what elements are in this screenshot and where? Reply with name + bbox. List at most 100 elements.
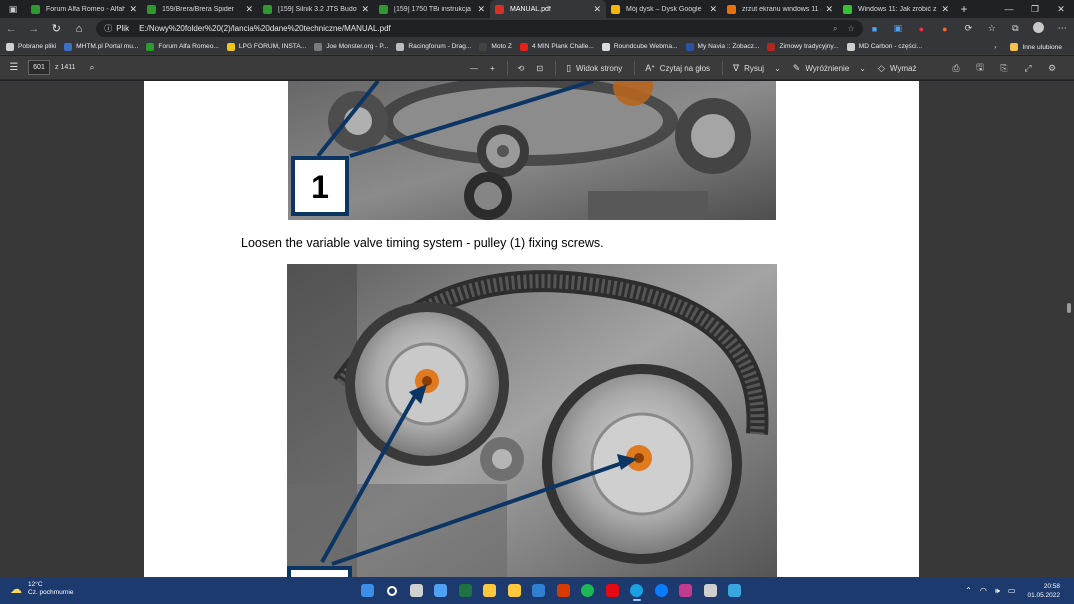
draw-button[interactable]: ∇ Rysuj ⌄ <box>733 63 781 74</box>
browser-tab[interactable]: MANUAL.pdf ✕ <box>490 0 606 18</box>
taskbar-netflix-icon[interactable] <box>600 580 625 601</box>
zoom-in-icon[interactable]: + <box>490 64 495 73</box>
fullscreen-icon[interactable]: ⤢ <box>1016 63 1040 74</box>
print-icon[interactable]: ⎙ <box>944 63 968 74</box>
bookmark-item[interactable]: 4 MIN Plank Challe... <box>519 42 594 51</box>
taskbar-keyboard-icon[interactable] <box>698 580 723 601</box>
divider <box>722 61 724 75</box>
taskbar-messenger-icon[interactable] <box>649 580 674 601</box>
taskbar-snip-icon[interactable] <box>723 580 748 601</box>
reload-icon[interactable]: ↻ <box>45 22 68 35</box>
bookmark-item[interactable]: MD Carbon - części... <box>846 42 922 51</box>
read-aloud-button[interactable]: Aᐩ Czytaj na głos <box>645 63 710 74</box>
zoom-out-icon[interactable]: — <box>470 64 478 73</box>
address-url[interactable]: E:/Nowy%20folder%20(2)/lancia%20dane%20t… <box>139 24 823 33</box>
browser-tab[interactable]: Windows 11: Jak zrobić zrz ✕ <box>838 0 954 18</box>
settings-gear-icon[interactable]: ⚙ <box>1040 63 1064 74</box>
browser-tab[interactable]: Forum Alfa Romeo - Alfaholicy✕ <box>26 0 142 18</box>
bookmark-item[interactable]: LPG FORUM, INSTA... <box>226 42 306 51</box>
taskbar-start-icon[interactable] <box>355 580 380 601</box>
extension-icon[interactable]: ■ <box>863 24 886 34</box>
taskbar-excel-icon[interactable] <box>453 580 478 601</box>
weather-widget[interactable]: ☁ 12°C Cz. pochmurnie <box>10 581 74 597</box>
other-favorites[interactable]: Inne ulubione <box>1010 43 1062 51</box>
taskbar-store-icon[interactable] <box>429 580 454 601</box>
chevron-down-icon[interactable]: ⌄ <box>774 64 781 73</box>
bookmark-item[interactable]: MHTM.pl Portal mu... <box>64 42 138 51</box>
vertical-scrollbar[interactable] <box>1064 81 1074 577</box>
pdf-viewer[interactable]: 1 Loosen the variable valve timing syste… <box>0 81 1074 577</box>
bookmark-item[interactable]: Forum Alfa Romeo... <box>146 42 219 51</box>
back-icon[interactable]: ← <box>0 23 23 35</box>
more-menu-icon[interactable]: ⋯ <box>1051 23 1074 34</box>
page-number-input[interactable]: 601 <box>28 60 50 75</box>
refresh-extension-icon[interactable]: ⟳ <box>957 23 980 34</box>
bookmark-item[interactable]: Zimowy tradycyjny... <box>767 42 839 51</box>
volume-icon[interactable]: 🕪 <box>995 586 1000 596</box>
forward-icon[interactable]: → <box>23 23 46 35</box>
tab-actions-icon[interactable]: ▣ <box>0 0 26 18</box>
rotate-icon[interactable]: ⟲ <box>518 64 525 73</box>
chevron-right-icon[interactable]: › <box>994 44 996 51</box>
extension-icon[interactable]: ▣ <box>886 23 909 34</box>
close-window-icon[interactable]: ✕ <box>1048 0 1074 18</box>
restore-icon[interactable]: ❐ <box>1022 0 1048 18</box>
taskbar-office-icon[interactable] <box>551 580 576 601</box>
tab-close-icon[interactable]: ✕ <box>825 4 833 15</box>
profile-avatar[interactable] <box>1027 22 1050 35</box>
taskbar-explorer-pin-icon[interactable] <box>478 580 503 601</box>
extension-icon[interactable]: ● <box>910 24 933 34</box>
tab-close-icon[interactable]: ✕ <box>593 4 601 15</box>
taskbar-security-icon[interactable] <box>527 580 552 601</box>
clock[interactable]: 20:58 01.05.2022 <box>1027 582 1060 600</box>
home-icon[interactable]: ⌂ <box>68 23 91 35</box>
scrollbar-thumb[interactable] <box>1067 303 1071 313</box>
favorite-star-icon[interactable]: ☆ <box>848 24 855 33</box>
taskbar-photos-icon[interactable] <box>674 580 699 601</box>
info-icon[interactable]: ⓘ <box>104 23 112 34</box>
tab-close-icon[interactable]: ✕ <box>709 4 717 15</box>
bookmark-item[interactable]: Moto Z <box>479 42 512 51</box>
tab-close-icon[interactable]: ✕ <box>477 4 485 15</box>
tab-close-icon[interactable]: ✕ <box>245 4 253 15</box>
save-icon[interactable]: 🖫 <box>968 60 992 76</box>
minimize-icon[interactable]: — <box>996 0 1022 18</box>
bookmark-item[interactable]: Joe Monster.org - P... <box>314 42 388 51</box>
page-total: z 1411 <box>55 64 76 71</box>
chevron-down-icon[interactable]: ⌄ <box>859 64 866 73</box>
browser-tab[interactable]: zrzut ekranu windows 11 a ✕ <box>722 0 838 18</box>
zoom-icon[interactable]: ⌕ <box>833 24 837 34</box>
search-icon[interactable]: ⌕ <box>90 62 95 73</box>
page-view-button[interactable]: ▯ Widok strony <box>566 63 622 74</box>
taskbar-task-view-icon[interactable] <box>404 580 429 601</box>
favorites-icon[interactable]: ☆ <box>980 23 1003 34</box>
taskbar-file-explorer-icon[interactable] <box>502 580 527 601</box>
contents-icon[interactable]: ☰ <box>0 62 28 73</box>
browser-tab[interactable]: 159/Brera/Brera Spider ✕ <box>142 0 258 18</box>
wifi-icon[interactable]: ◠ <box>980 586 987 595</box>
bookmark-item[interactable]: Roundcube Webma... <box>601 42 678 51</box>
address-bar[interactable]: ⓘ Plik E:/Nowy%20folder%20(2)/lancia%20d… <box>96 20 863 37</box>
bookmark-item[interactable]: Pobrane pliki <box>6 42 56 51</box>
battery-icon[interactable]: ▭ <box>1008 586 1016 595</box>
tab-close-icon[interactable]: ✕ <box>361 4 369 15</box>
collections-icon[interactable]: ⧉ <box>1004 23 1027 34</box>
highlight-button[interactable]: ✎ Wyróżnienie ⌄ <box>793 63 866 74</box>
browser-tab[interactable]: [159] 1750 TBi instrukcja w ✕ <box>374 0 490 18</box>
bookmark-item[interactable]: Racingforum - Drag... <box>396 42 471 51</box>
new-tab-button[interactable]: + <box>954 2 974 16</box>
address-label: Plik <box>116 24 130 33</box>
tab-close-icon[interactable]: ✕ <box>941 4 949 15</box>
extension-icon[interactable]: ● <box>933 24 956 34</box>
taskbar-search-icon[interactable] <box>380 580 405 601</box>
chevron-up-icon[interactable]: ⌃ <box>965 586 972 595</box>
bookmark-item[interactable]: My Navia :: Zobacz... <box>685 42 759 51</box>
browser-tab[interactable]: [159] Silnik 3.2 JTS Budowa ✕ <box>258 0 374 18</box>
taskbar-spotify-icon[interactable] <box>576 580 601 601</box>
fit-page-icon[interactable]: ⊡ <box>536 64 543 73</box>
erase-button[interactable]: ◇ Wymaż <box>878 63 917 74</box>
browser-tab[interactable]: Mój dysk – Dysk Google ✕ <box>606 0 722 18</box>
tab-close-icon[interactable]: ✕ <box>129 4 137 15</box>
save-as-icon[interactable]: ⎘ <box>992 63 1016 74</box>
taskbar-edge-icon[interactable] <box>625 580 650 601</box>
